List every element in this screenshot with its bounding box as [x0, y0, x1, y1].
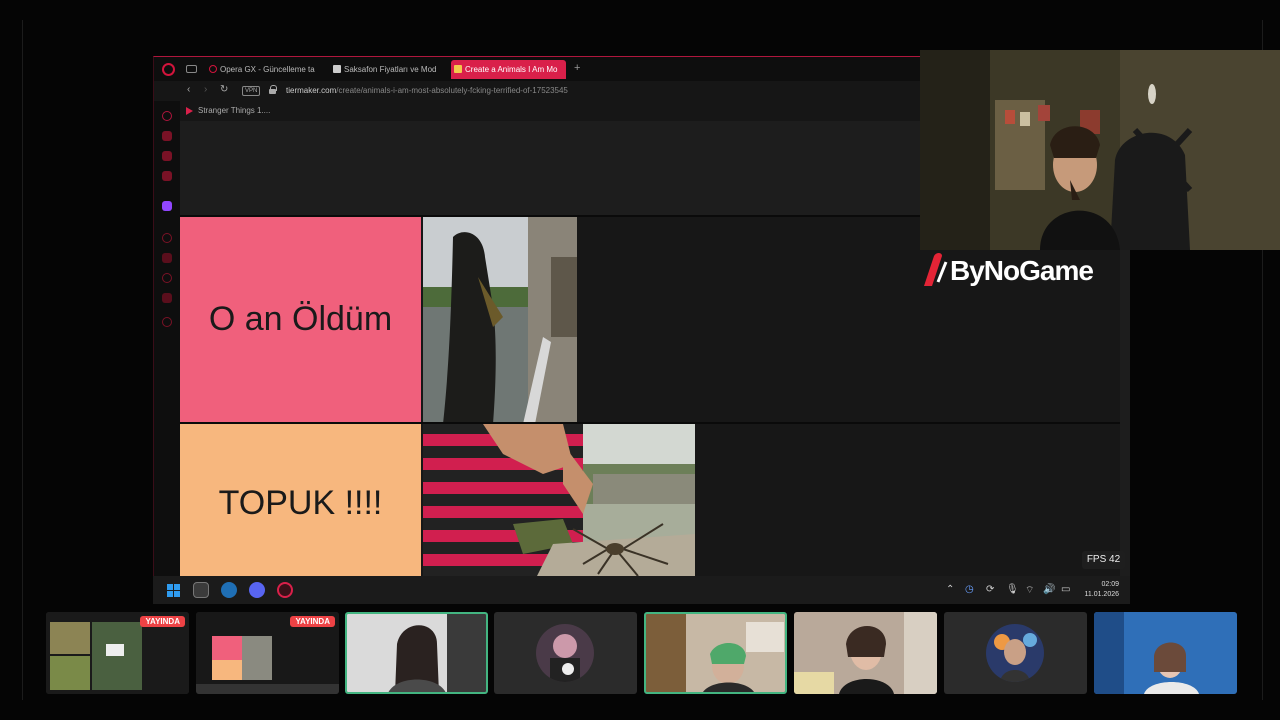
tab-label: Create a Animals I Am Mo	[465, 65, 558, 74]
bynogame-logo-icon	[924, 253, 948, 286]
participant-camera	[347, 614, 486, 692]
participant-avatar	[986, 624, 1044, 682]
windows-taskbar: ⌃ ◷ ⟳ 🎙 ⌔ 🔊 ▭ 02:09 11.01.2026	[153, 576, 1130, 604]
webcam-image	[920, 50, 1280, 250]
clock-date: 11.01.2026	[1084, 591, 1119, 598]
live-badge: YAYINDA	[290, 616, 335, 627]
sidebar-player-icon[interactable]	[162, 151, 172, 161]
tab-opera-gx[interactable]: Opera GX - Güncelleme ta	[206, 60, 322, 79]
streamer-webcam	[920, 50, 1280, 250]
sidebar-send-icon[interactable]	[162, 253, 172, 263]
battery-icon[interactable]: ▭	[1061, 584, 1070, 595]
tray-sync-icon[interactable]: ⟳	[986, 584, 994, 595]
fps-counter: FPS 42	[1082, 551, 1125, 569]
taskbar-clock[interactable]: 02:09 11.01.2026	[1081, 580, 1119, 600]
tier-item-crocodile[interactable]	[423, 217, 577, 422]
sidebar-speed-dial-icon[interactable]	[162, 111, 172, 121]
tab-saksafon[interactable]: Saksafon Fiyatları ve Mod	[330, 60, 442, 79]
tier-row-2: TOPUK !!!!	[180, 422, 1120, 582]
youtube-icon	[186, 107, 193, 115]
sidebar-gx-control-icon[interactable]	[162, 131, 172, 141]
tab-tiermaker[interactable]: Create a Animals I Am Mo	[451, 60, 566, 79]
tab-label: Saksafon Fiyatları ve Mod	[344, 65, 437, 74]
sidebar-cleaner-icon[interactable]	[162, 171, 172, 181]
tab-manager-icon[interactable]	[186, 65, 197, 73]
tray-overflow-icon[interactable]: ⌃	[946, 584, 954, 595]
new-tab-icon[interactable]: +	[574, 62, 580, 74]
forward-icon[interactable]: ›	[204, 84, 207, 95]
discord-icon[interactable]	[249, 582, 265, 598]
participant-camera	[794, 612, 937, 694]
opera-favicon-icon	[209, 65, 217, 73]
sidebar-settings-icon[interactable]	[162, 317, 172, 327]
participant-tile-avatar-1[interactable]	[494, 612, 637, 694]
back-icon[interactable]: ‹	[187, 84, 190, 95]
participant-tile-stream-1[interactable]: YAYINDA	[46, 612, 189, 694]
file-explorer-icon[interactable]	[193, 582, 209, 598]
windows-start-icon[interactable]	[167, 584, 180, 597]
participant-camera	[646, 614, 785, 692]
url-path: /create/animals-i-am-most-absolutely-fck…	[336, 86, 568, 95]
sidebar-messenger-icon[interactable]	[162, 293, 172, 303]
tier-label-1[interactable]: O an Öldüm	[180, 217, 421, 422]
participant-tile-camera-1[interactable]	[345, 612, 488, 694]
bookmark-item[interactable]: Stranger Things 1....	[198, 106, 270, 115]
twitch-icon[interactable]	[162, 201, 172, 211]
sidebar-history-icon[interactable]	[162, 233, 172, 243]
participant-tile-camera-4[interactable]	[1094, 612, 1237, 694]
participant-avatar	[536, 624, 594, 682]
bynogame-logo: ByNoGame	[920, 250, 1130, 290]
tier-item-spider[interactable]	[423, 424, 695, 582]
opera-gx-icon[interactable]	[162, 63, 175, 76]
participant-tile-avatar-2[interactable]	[944, 612, 1087, 694]
chrome-icon[interactable]	[221, 582, 237, 598]
volume-icon[interactable]: 🔊	[1043, 584, 1055, 595]
frame-line-left	[22, 20, 23, 700]
participant-camera	[1094, 612, 1237, 694]
tier-label-2[interactable]: TOPUK !!!!	[180, 424, 421, 582]
tiermaker-favicon-icon	[454, 65, 462, 73]
url-field[interactable]: tiermaker.com/create/animals-i-am-most-a…	[286, 86, 568, 95]
reload-icon[interactable]: ↻	[220, 84, 228, 95]
participant-tile-stream-2[interactable]: YAYINDA	[196, 612, 339, 694]
page-favicon-icon	[333, 65, 341, 73]
sidebar-clock-icon[interactable]	[162, 273, 172, 283]
spider-image	[423, 424, 695, 582]
network-icon[interactable]: ⌔	[1025, 584, 1034, 597]
opera-sidebar	[154, 101, 180, 604]
lock-icon[interactable]	[269, 85, 277, 95]
tab-label: Opera GX - Güncelleme ta	[220, 65, 315, 74]
participant-tile-camera-2[interactable]	[644, 612, 787, 694]
microphone-icon[interactable]: 🎙	[1006, 584, 1019, 595]
participant-tile-camera-3[interactable]	[794, 612, 937, 694]
crocodile-image	[423, 217, 577, 422]
clock-time: 02:09	[1101, 581, 1119, 588]
url-domain: tiermaker.com	[286, 86, 337, 95]
live-badge: YAYINDA	[140, 616, 185, 627]
bynogame-logo-text: ByNoGame	[950, 255, 1094, 286]
opera-gx-taskbar-icon[interactable]	[277, 582, 293, 598]
vpn-badge[interactable]: VPN	[242, 86, 261, 96]
tray-app-icon[interactable]: ◷	[965, 584, 974, 595]
participants-strip: YAYINDA YAYINDA	[0, 608, 1280, 698]
